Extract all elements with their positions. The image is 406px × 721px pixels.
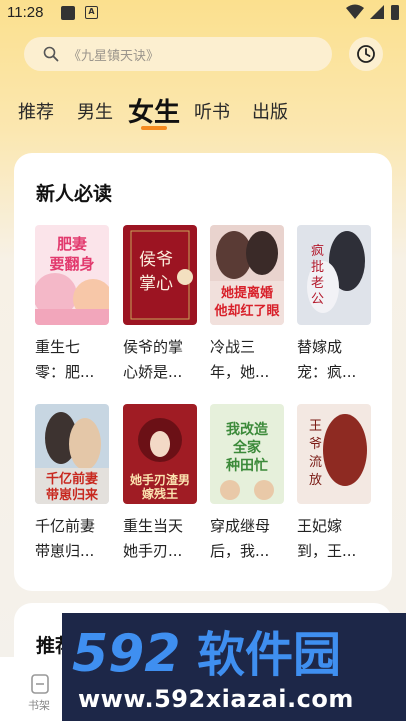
svg-text:老: 老 xyxy=(311,276,324,291)
svg-text:她提离婚: 她提离婚 xyxy=(221,285,273,301)
book-item[interactable]: 我改造 全家 种田忙 穿成继母 后，我... xyxy=(210,404,284,560)
book-item[interactable]: 千亿前妻 带崽归来 千亿前妻 带崽归... xyxy=(35,404,109,560)
clock-icon xyxy=(357,45,375,63)
a-icon: A xyxy=(85,6,98,19)
book-item[interactable]: 王 爷 流 放 王妃嫁 到，王... xyxy=(297,404,371,560)
svg-text:疯: 疯 xyxy=(311,243,324,259)
book-cover[interactable]: 千亿前妻 带崽归来 xyxy=(35,404,109,504)
nav-bookshelf-label[interactable]: 书架 xyxy=(28,697,50,713)
status-time: 11:28 xyxy=(7,4,44,21)
svg-text:掌心: 掌心 xyxy=(139,274,173,294)
book-title: 重生七 零：肥... xyxy=(35,338,95,381)
new-reader-section: 新人必读 肥妻 要翻身 重生七 零：肥... 侯爷 掌心 侯爷的掌 心娇是...… xyxy=(14,153,392,591)
svg-text:爷: 爷 xyxy=(309,437,322,452)
tab-audiobook[interactable]: 听书 xyxy=(194,98,230,124)
book-item[interactable]: 她手刃渣男 嫁残王 重生当天 她手刃... xyxy=(123,404,197,560)
history-button[interactable] xyxy=(349,37,383,71)
svg-text:肥妻: 肥妻 xyxy=(57,235,87,253)
svg-text:千亿前妻: 千亿前妻 xyxy=(46,471,98,487)
watermark-url: www.592xiazai.com xyxy=(78,685,354,713)
svg-text:放: 放 xyxy=(309,473,322,488)
svg-text:软件园: 软件园 xyxy=(197,627,341,681)
svg-text:要翻身: 要翻身 xyxy=(49,255,94,273)
svg-text:批: 批 xyxy=(311,260,324,275)
svg-text:公: 公 xyxy=(311,292,324,307)
book-cover[interactable]: 我改造 全家 种田忙 xyxy=(210,404,284,504)
svg-text:带崽归来: 带崽归来 xyxy=(46,487,99,503)
battery-icon xyxy=(391,5,399,20)
book-cover[interactable]: 她手刃渣男 嫁残王 xyxy=(123,404,197,504)
svg-text:全家: 全家 xyxy=(232,439,262,456)
section-title: 新人必读 xyxy=(36,183,113,205)
tab-male[interactable]: 男生 xyxy=(77,98,113,124)
book-title: 穿成继母 后，我... xyxy=(210,517,271,560)
book-item[interactable]: 肥妻 要翻身 重生七 零：肥... xyxy=(35,225,109,381)
notification-icon xyxy=(61,6,75,20)
tab-publish[interactable]: 出版 xyxy=(252,98,288,124)
book-title: 侯爷的掌 心娇是... xyxy=(123,338,184,381)
book-title: 王妃嫁 到，王... xyxy=(297,517,357,560)
watermark-banner: 592 软件园 www.592xiazai.com xyxy=(62,613,406,721)
book-cover[interactable]: 肥妻 要翻身 xyxy=(35,225,109,325)
svg-text:我改造: 我改造 xyxy=(226,421,268,438)
book-cover[interactable]: 王 爷 流 放 xyxy=(297,404,371,504)
book-item[interactable]: 她提离婚 他却红了眼 冷战三 年，她... xyxy=(210,225,284,381)
book-cover[interactable]: 她提离婚 他却红了眼 xyxy=(210,225,284,325)
active-tab-indicator xyxy=(141,126,167,130)
search-icon xyxy=(43,46,59,62)
book-cover[interactable]: 疯 批 老 公 xyxy=(297,225,371,325)
tab-recommend[interactable]: 推荐 xyxy=(18,98,54,124)
watermark-logo: 592 软件园 xyxy=(72,624,341,681)
svg-text:嫁残王: 嫁残王 xyxy=(141,486,178,501)
book-item[interactable]: 侯爷 掌心 侯爷的掌 心娇是... xyxy=(123,225,197,381)
bottom-nav: 书架 xyxy=(0,657,62,721)
bookshelf-icon[interactable] xyxy=(30,673,50,695)
book-title: 千亿前妻 带崽归... xyxy=(35,517,96,560)
book-title: 替嫁成 宠：疯... xyxy=(297,338,357,381)
signal-icon xyxy=(370,5,384,19)
svg-text:王: 王 xyxy=(309,419,322,434)
svg-text:侯爷: 侯爷 xyxy=(139,250,173,270)
book-title: 重生当天 她手刃... xyxy=(123,517,184,560)
svg-text:种田忙: 种田忙 xyxy=(225,457,268,474)
search-input[interactable]: 《九星镇天诀》 xyxy=(24,37,332,71)
book-item[interactable]: 疯 批 老 公 替嫁成 宠：疯... xyxy=(297,225,371,381)
book-title: 冷战三 年，她... xyxy=(210,338,270,381)
tab-female[interactable]: 女生 xyxy=(128,92,180,129)
svg-text:流: 流 xyxy=(309,455,322,470)
search-placeholder: 《九星镇天诀》 xyxy=(68,49,160,64)
status-bar: 11:28 A xyxy=(0,0,406,28)
svg-text:他却红了眼: 他却红了眼 xyxy=(213,303,280,319)
svg-text:592: 592 xyxy=(72,624,181,681)
category-tabs: 推荐 男生 女生 听书 出版 xyxy=(0,92,406,132)
book-cover[interactable]: 侯爷 掌心 xyxy=(123,225,197,325)
wifi-icon xyxy=(346,4,364,19)
svg-text:她手刃渣男: 她手刃渣男 xyxy=(130,472,190,487)
